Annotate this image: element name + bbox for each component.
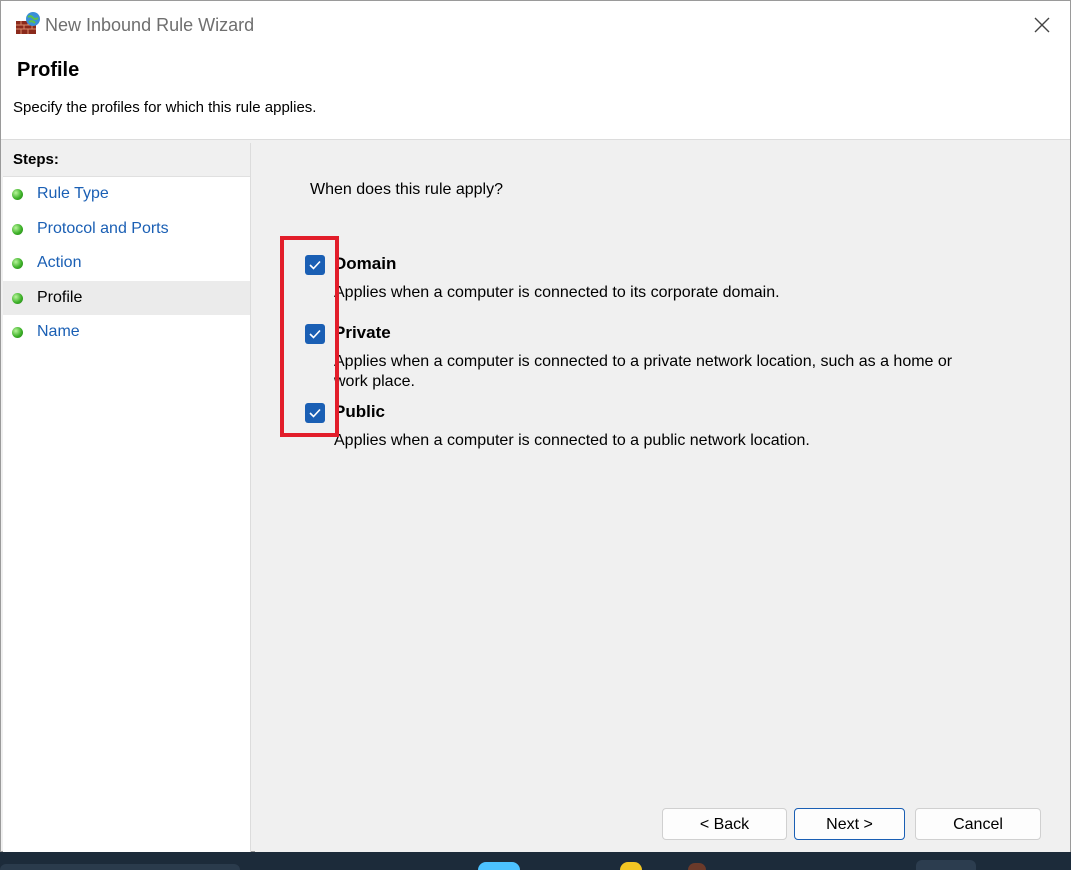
- public-checkbox[interactable]: [305, 403, 325, 423]
- step-label: Rule Type: [37, 185, 109, 202]
- domain-checkbox[interactable]: [305, 255, 325, 275]
- step-profile: Profile: [3, 280, 250, 315]
- step-status-dot: [12, 223, 23, 235]
- next-button[interactable]: Next >: [794, 808, 905, 840]
- step-status-dot: [12, 292, 23, 304]
- public-label[interactable]: Public: [334, 402, 385, 422]
- domain-description: Applies when a computer is connected to …: [334, 284, 780, 301]
- window-title: New Inbound Rule Wizard: [45, 15, 255, 35]
- steps-panel: Steps: Rule Type Protocol and Ports Acti…: [3, 143, 251, 853]
- taskbar-search-box[interactable]: [0, 864, 240, 870]
- close-button[interactable]: [1024, 7, 1060, 43]
- page-title: Profile: [17, 59, 80, 81]
- step-label: Name: [37, 323, 80, 340]
- checkmark-icon: [309, 408, 321, 418]
- cancel-button[interactable]: Cancel: [915, 808, 1041, 840]
- step-action[interactable]: Action: [3, 246, 250, 281]
- step-protocol-and-ports[interactable]: Protocol and Ports: [3, 212, 250, 247]
- private-description: Applies when a computer is connected to …: [334, 353, 953, 390]
- taskbar-app-icon[interactable]: [916, 860, 976, 870]
- wizard-window: New Inbound Rule Wizard Profile Specify …: [0, 0, 1071, 853]
- private-checkbox[interactable]: [305, 324, 325, 344]
- step-status-dot: [12, 189, 23, 200]
- taskbar-app-icon[interactable]: [688, 863, 706, 870]
- firewall-icon: [15, 11, 41, 35]
- taskbar-app-icon[interactable]: [620, 862, 642, 870]
- profile-content: When does this rule apply? Domain Applie…: [255, 143, 1070, 853]
- step-name[interactable]: Name: [3, 315, 250, 350]
- taskbar: [0, 852, 1071, 870]
- checkmark-icon: [309, 329, 321, 339]
- question-label: When does this rule apply?: [310, 181, 503, 198]
- step-status-dot: [12, 327, 23, 338]
- page-subtitle: Specify the profiles for which this rule…: [13, 99, 317, 116]
- step-rule-type[interactable]: Rule Type: [3, 177, 250, 212]
- private-label[interactable]: Private: [334, 323, 391, 343]
- step-status-dot: [12, 258, 23, 269]
- checkmark-icon: [309, 260, 321, 270]
- taskbar-app-icon[interactable]: [478, 862, 520, 870]
- page-header: Profile Specify the profiles for which t…: [1, 49, 1070, 140]
- public-description: Applies when a computer is connected to …: [334, 432, 810, 449]
- title-bar: New Inbound Rule Wizard: [1, 1, 1070, 49]
- back-button[interactable]: < Back: [662, 808, 787, 840]
- domain-label[interactable]: Domain: [334, 254, 396, 274]
- step-label: Profile: [37, 288, 83, 306]
- steps-title: Steps:: [3, 143, 250, 177]
- step-label: Action: [37, 254, 82, 271]
- step-label: Protocol and Ports: [37, 219, 169, 237]
- close-icon: [1034, 17, 1050, 33]
